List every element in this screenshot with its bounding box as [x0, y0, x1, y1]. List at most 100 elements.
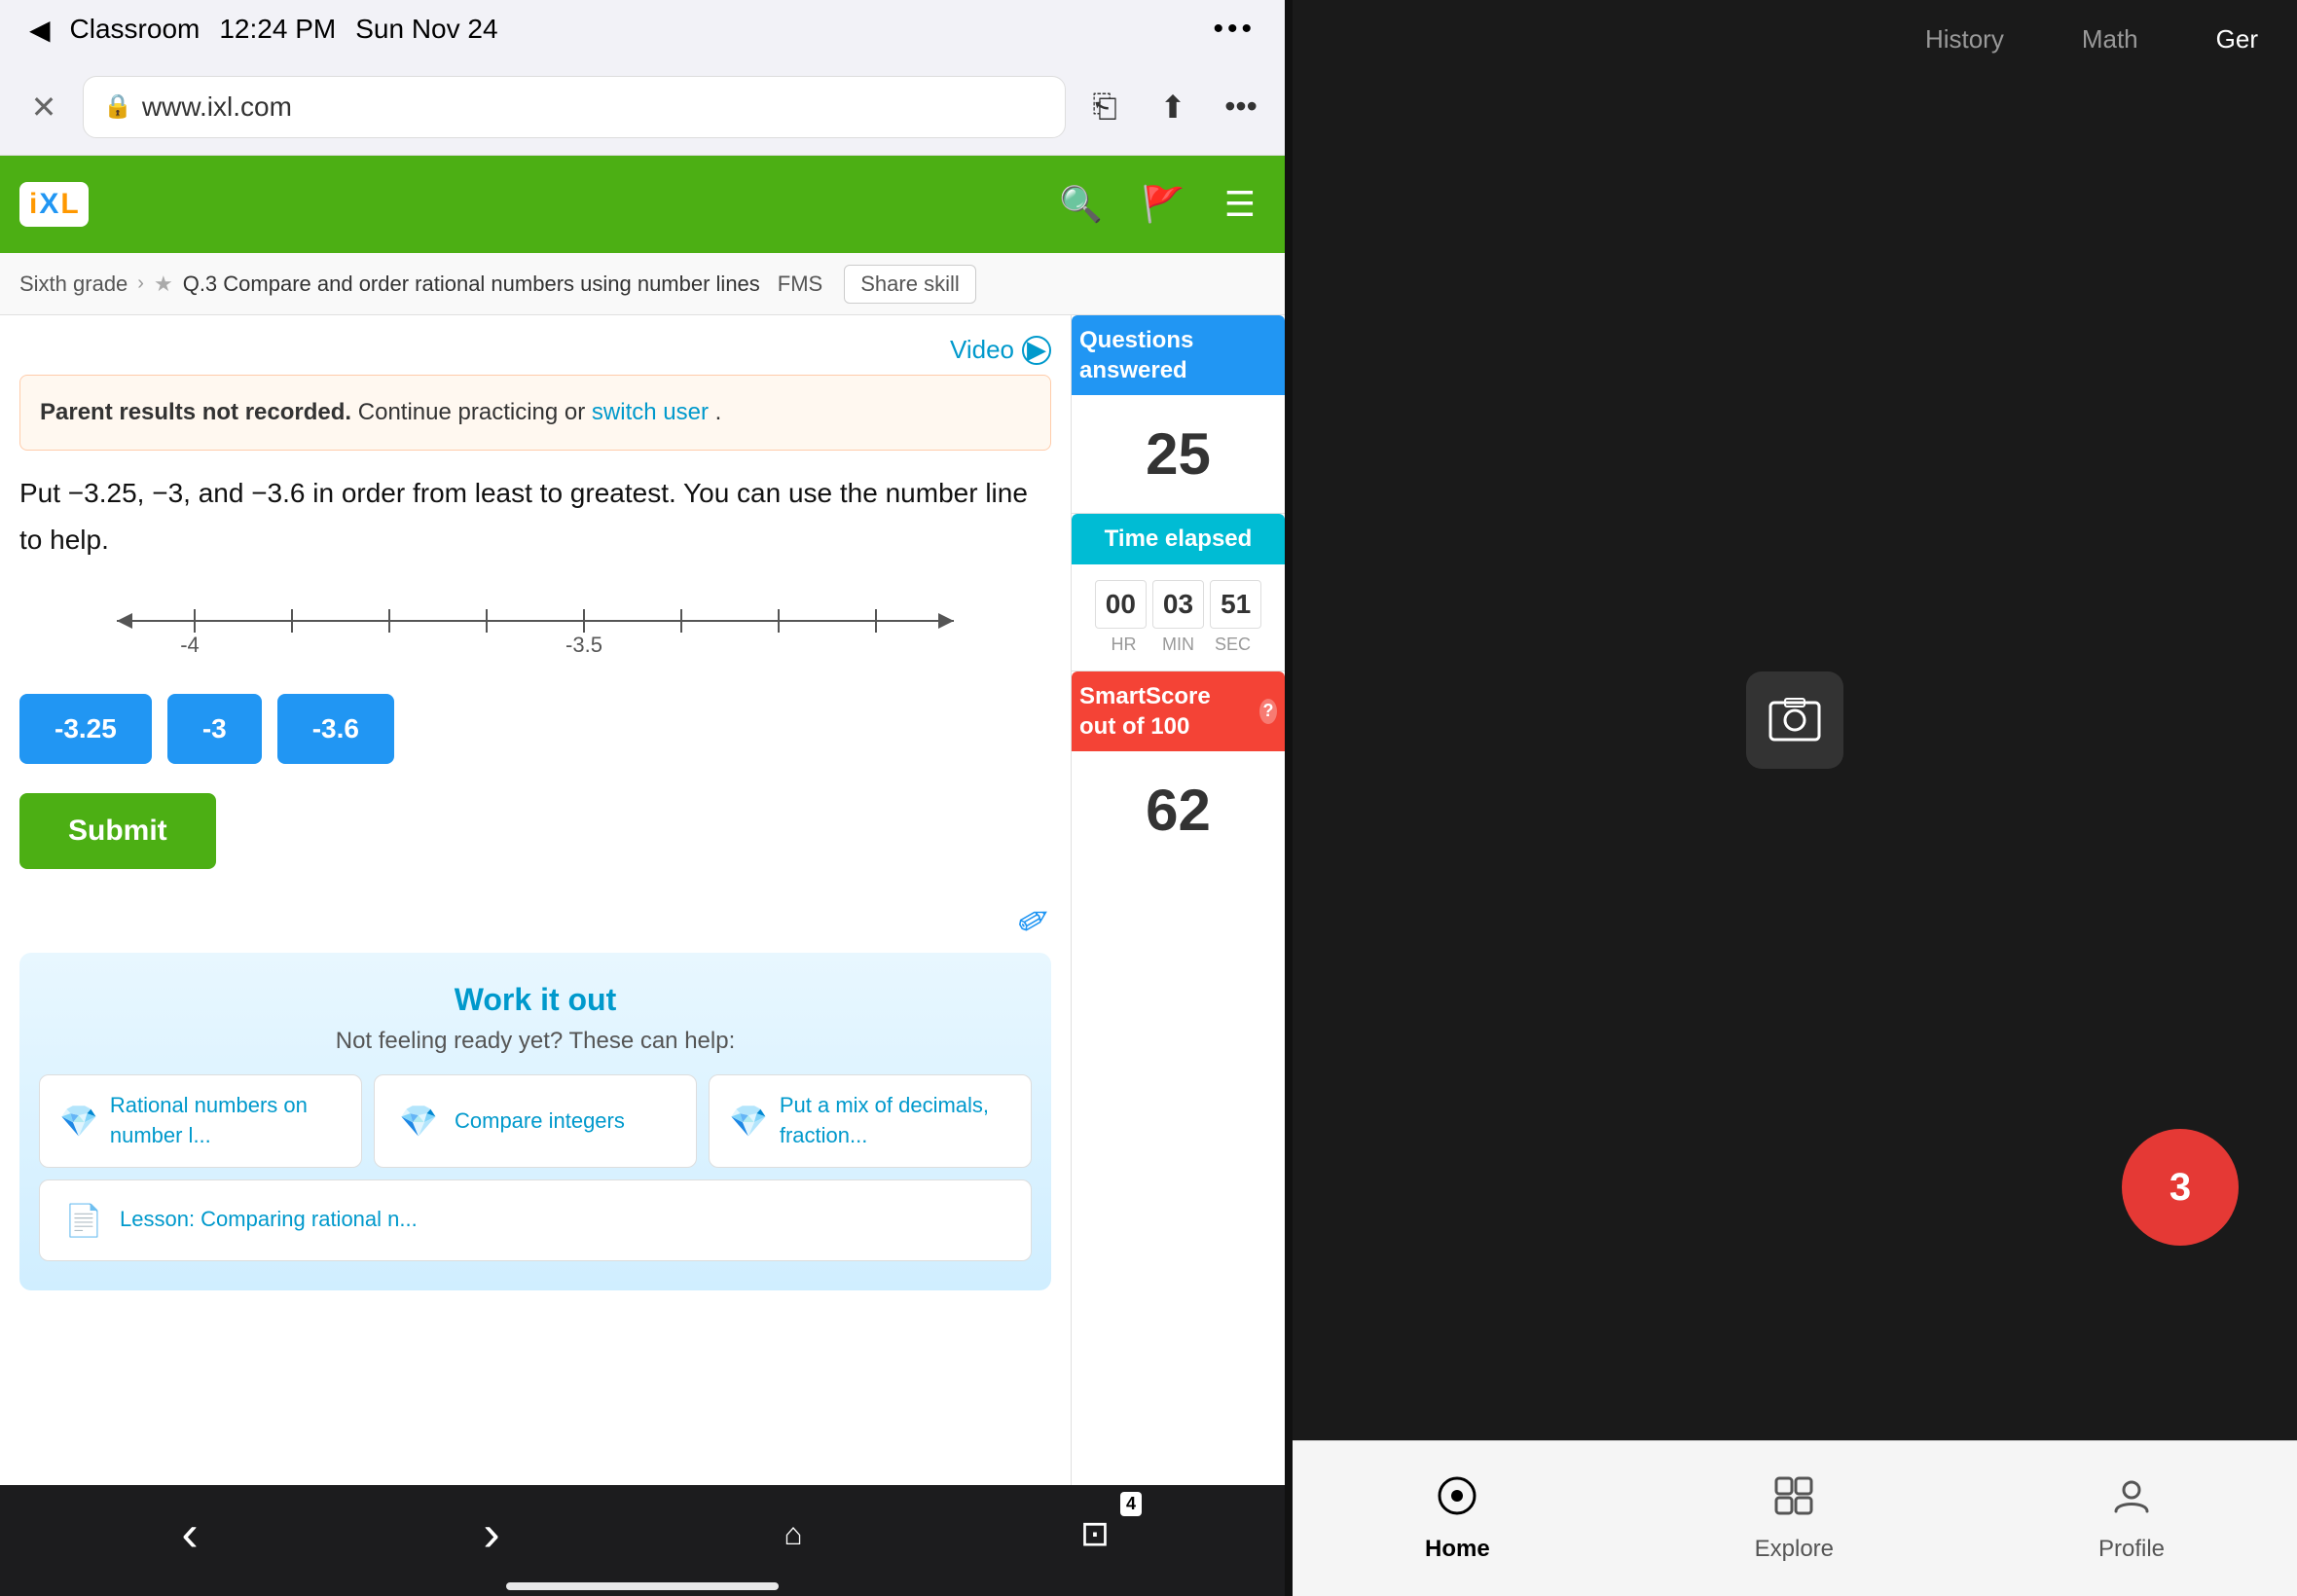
time-sec-label: SEC — [1209, 635, 1258, 655]
panel-divider — [1285, 0, 1293, 1596]
pencil-area: ✏ — [19, 898, 1051, 943]
app-nav-home[interactable]: Home — [1425, 1474, 1490, 1563]
video-link[interactable]: Video ▶ — [19, 335, 1051, 365]
skill-card-4[interactable]: 📄 Lesson: Comparing rational n... — [39, 1179, 1032, 1261]
diamond-icon-1: 💎 — [59, 1097, 98, 1145]
more-button[interactable]: ••• — [1217, 83, 1265, 131]
breadcrumb-skill: Q.3 Compare and order rational numbers u… — [183, 272, 760, 297]
time-min-label: MIN — [1154, 635, 1203, 655]
app-nav-profile[interactable]: Profile — [2098, 1474, 2165, 1563]
status-date: Sun Nov 24 — [355, 14, 497, 45]
profile-nav-icon — [2110, 1474, 2153, 1528]
skill-card-2[interactable]: 💎 Compare integers — [374, 1074, 697, 1168]
breadcrumb-grade[interactable]: Sixth grade — [19, 272, 128, 297]
subject-math[interactable]: Math — [2082, 24, 2138, 54]
breadcrumb-sep1: › — [137, 272, 144, 295]
svg-text:-4: -4 — [180, 633, 200, 657]
submit-button[interactable]: Submit — [19, 793, 216, 869]
diamond-icon-3: 💎 — [729, 1097, 768, 1145]
browser-tabs-button[interactable]: ⊡ 4 — [1056, 1500, 1134, 1568]
time-labels: HR MIN SEC — [1081, 635, 1275, 655]
smart-help-icon[interactable]: ? — [1259, 699, 1277, 724]
smart-score-box: SmartScore out of 100 ? 62 — [1072, 671, 1285, 869]
smart-score-content: 62 — [1072, 751, 1285, 869]
home-nav-icon — [1436, 1474, 1478, 1528]
questions-answered-box: Questions answered 25 — [1072, 315, 1285, 514]
answer-buttons: -3.25 -3 -3.6 — [19, 694, 1051, 764]
search-icon[interactable]: 🔍 — [1059, 184, 1103, 225]
share-skill-button[interactable]: Share skill — [844, 265, 975, 304]
answer-button-2[interactable]: -3 — [167, 694, 262, 764]
right-sidebar: Questions answered 25 Time elapsed 00 03… — [1071, 315, 1285, 1485]
smart-score-label: SmartScore out of 100 — [1079, 681, 1252, 742]
status-dots: ••• — [1213, 13, 1256, 46]
skill-card-text-1: Rational numbers on number l... — [110, 1091, 342, 1151]
time-hr: 00 — [1095, 580, 1147, 629]
time-elapsed-box: Time elapsed 00 03 51 HR MIN SEC — [1072, 514, 1285, 671]
browser-panel: ◀ Classroom 12:24 PM Sun Nov 24 ••• ✕ 🔒 … — [0, 0, 1285, 1596]
explore-nav-icon — [1772, 1474, 1815, 1528]
lesson-icon: 📄 — [59, 1196, 108, 1245]
ixl-header: i X L 🔍 🚩 ☰ — [0, 156, 1285, 253]
questions-answered-header: Questions answered — [1072, 315, 1285, 395]
video-link-area: Video ▶ — [19, 335, 1051, 365]
subject-ger[interactable]: Ger — [2216, 24, 2258, 54]
lock-icon: 🔒 — [103, 92, 132, 121]
questions-answered-number: 25 — [1081, 411, 1275, 497]
skill-card-1[interactable]: 💎 Rational numbers on number l... — [39, 1074, 362, 1168]
home-nav-label: Home — [1425, 1536, 1490, 1563]
address-text: www.ixl.com — [142, 91, 292, 123]
skill-card-3[interactable]: 💎 Put a mix of decimals, fraction... — [709, 1074, 1032, 1168]
browser-home-button[interactable]: ⌂ — [754, 1500, 832, 1568]
questions-answered-box-content: 25 — [1072, 395, 1285, 514]
menu-icon[interactable]: ☰ — [1224, 184, 1256, 225]
smart-score-header: SmartScore out of 100 ? — [1072, 671, 1285, 751]
switch-user-link[interactable]: switch user — [592, 399, 709, 425]
notification-end: . — [715, 399, 722, 425]
back-arrow[interactable]: ◀ — [29, 14, 51, 46]
home-indicator — [0, 1582, 1285, 1596]
notification-box: Parent results not recorded. Continue pr… — [19, 375, 1051, 451]
answer-button-3[interactable]: -3.6 — [277, 694, 394, 764]
video-label: Video — [950, 335, 1014, 365]
video-play-icon: ▶ — [1022, 336, 1051, 365]
browser-bottom-nav: ‹ › ⌂ ⊡ 4 — [0, 1485, 1285, 1582]
app-nav-explore[interactable]: Explore — [1755, 1474, 1834, 1563]
work-it-out-title: Work it out — [39, 982, 1032, 1018]
skill-card-text-3: Put a mix of decimals, fraction... — [780, 1091, 1011, 1151]
subject-history[interactable]: History — [1925, 24, 2004, 54]
browser-back-button[interactable]: ‹ — [151, 1500, 229, 1568]
left-content: Video ▶ Parent results not recorded. Con… — [0, 315, 1071, 1485]
notification-bold: Parent results not recorded. — [40, 399, 351, 425]
status-bar: ◀ Classroom 12:24 PM Sun Nov 24 ••• — [0, 0, 1285, 58]
ixl-logo-i: i — [29, 188, 37, 221]
time-elapsed-header: Time elapsed — [1072, 514, 1285, 563]
pencil-icon[interactable]: ✏ — [1009, 893, 1060, 949]
share-button[interactable]: ⬆ — [1148, 83, 1197, 131]
browser-forward-button[interactable]: › — [453, 1500, 530, 1568]
work-it-out-section: Work it out Not feeling ready yet? These… — [19, 953, 1051, 1290]
flag-icon[interactable]: 🚩 — [1142, 184, 1185, 225]
smart-score-number: 62 — [1081, 767, 1275, 853]
bookmark-button[interactable]: ⎗ — [1080, 83, 1129, 131]
photo-placeholder-icon — [1746, 671, 1843, 769]
question-text: Put −3.25, −3, and −3.6 in order from le… — [19, 470, 1051, 562]
address-bar[interactable]: 🔒 www.ixl.com — [83, 76, 1066, 138]
profile-nav-label: Profile — [2098, 1536, 2165, 1563]
app-name-label: Classroom — [70, 14, 201, 45]
time-hr-label: HR — [1100, 635, 1148, 655]
skill-card-text-4: Lesson: Comparing rational n... — [120, 1205, 418, 1235]
breadcrumb-star: ★ — [154, 272, 173, 297]
app-dark-area: History Math Ger 3 — [1293, 0, 2297, 1440]
app-bottom-nav: Home Explore Profile — [1293, 1440, 2297, 1596]
svg-text:-3.5: -3.5 — [565, 633, 602, 657]
number-line-container: -4 -3.5 — [19, 582, 1051, 665]
ixl-logo[interactable]: i X L — [19, 182, 89, 227]
photo-icon-area — [1746, 671, 1843, 769]
tabs-icon: ⊡ — [1080, 1513, 1110, 1554]
browser-close-button[interactable]: ✕ — [19, 83, 68, 131]
answer-button-1[interactable]: -3.25 — [19, 694, 152, 764]
browser-actions: ⎗ ⬆ ••• — [1080, 83, 1265, 131]
time-digits: 00 03 51 — [1081, 580, 1275, 629]
ixl-logo-l: L — [60, 188, 78, 221]
